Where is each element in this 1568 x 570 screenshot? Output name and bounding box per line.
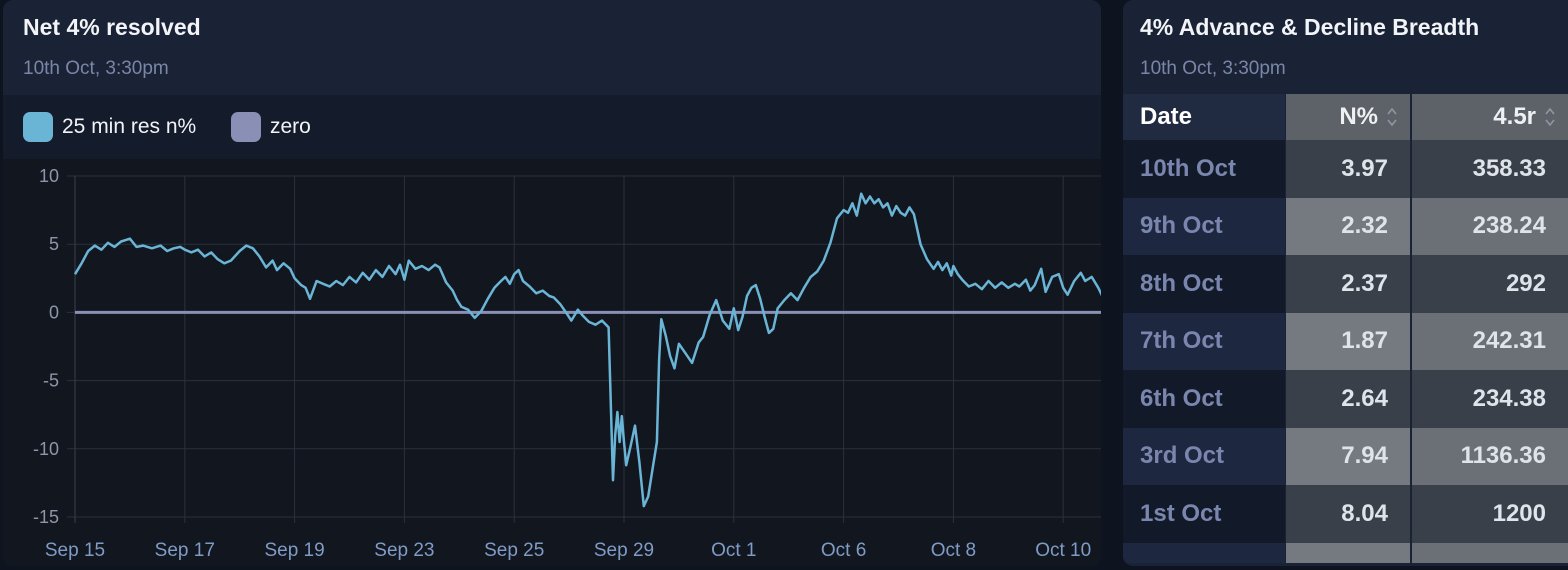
- table-title: 4% Advance & Decline Breadth: [1140, 14, 1480, 40]
- y-tick-label: 10: [39, 166, 59, 186]
- table-cell-empty: [1123, 542, 1285, 563]
- x-tick-label: Oct 8: [931, 540, 976, 561]
- table-cell-empty: [1286, 542, 1410, 563]
- y-tick-label: -15: [33, 507, 59, 527]
- cell-date: 8th Oct: [1123, 255, 1285, 313]
- y-tick-label: 5: [49, 234, 59, 254]
- cell-ratio: 242.31: [1412, 312, 1568, 370]
- x-tick-label: Oct 6: [821, 540, 866, 561]
- cell-n-pct: 1.87: [1286, 312, 1410, 370]
- cell-date: 1st Oct: [1123, 485, 1285, 543]
- cell-ratio: 1136.36: [1412, 427, 1568, 485]
- cell-ratio: 234.38: [1412, 370, 1568, 428]
- x-tick-label: Oct 1: [711, 540, 756, 561]
- table-row[interactable]: 10th Oct 3.97 358.33: [1123, 140, 1568, 198]
- table-row[interactable]: 7th Oct 1.87 242.31: [1123, 312, 1568, 370]
- cell-date: 3rd Oct: [1123, 427, 1285, 485]
- cell-ratio: 1200: [1412, 485, 1568, 543]
- chart-legend: 25 min res n% zero: [3, 95, 1101, 159]
- chart-timestamp: 10th Oct, 3:30pm: [23, 58, 169, 79]
- cell-n-pct: 7.94: [1286, 427, 1410, 485]
- sort-icon[interactable]: [1544, 105, 1556, 129]
- legend-label-series: 25 min res n%: [62, 115, 197, 138]
- y-tick-label: -10: [33, 439, 59, 459]
- cell-n-pct: 2.32: [1286, 197, 1410, 255]
- x-tick-label: Sep 15: [45, 540, 105, 561]
- y-tick-label: -5: [43, 371, 59, 391]
- series-line-25-min-res: [73, 192, 1101, 508]
- column-header-ratio[interactable]: 4.5r: [1412, 94, 1568, 140]
- plot-area[interactable]: 10 5 0 -5 -10 -15 Sep 15 Sep 17 Sep 19 Sep 23 Sep …: [3, 159, 1101, 566]
- table-row[interactable]: 8th Oct 2.37 292: [1123, 255, 1568, 313]
- x-tick-label: Sep 17: [155, 540, 215, 561]
- chart-title: Net 4% resolved: [23, 14, 201, 40]
- column-header-n-pct[interactable]: N%: [1286, 94, 1410, 140]
- table-cell-empty: [1412, 542, 1568, 563]
- table-row[interactable]: 6th Oct 2.64 234.38: [1123, 370, 1568, 428]
- table-timestamp: 10th Oct, 3:30pm: [1140, 58, 1286, 79]
- cell-n-pct: 8.04: [1286, 485, 1410, 543]
- table-header-row: Date N% 4.5r: [1123, 94, 1568, 140]
- cell-ratio: 238.24: [1412, 197, 1568, 255]
- column-header-ratio-label: 4.5r: [1493, 103, 1536, 130]
- legend-item-series[interactable]: 25 min res n%: [23, 112, 196, 142]
- x-tick-label: Sep 29: [594, 540, 654, 561]
- cell-date: 7th Oct: [1123, 312, 1285, 370]
- table-row[interactable]: 1st Oct 8.04 1200: [1123, 485, 1568, 543]
- x-tick-label: Sep 25: [484, 540, 544, 561]
- cell-date: 6th Oct: [1123, 370, 1285, 428]
- column-header-n-pct-label: N%: [1339, 103, 1378, 130]
- cell-n-pct: 2.37: [1286, 255, 1410, 313]
- y-tick-label: 0: [49, 302, 59, 322]
- sort-icon[interactable]: [1386, 105, 1398, 129]
- line-chart: 10 5 0 -5 -10 -15 Sep 15 Sep 17 Sep 19 Sep 23 Sep …: [33, 166, 1101, 561]
- table-row[interactable]: 3rd Oct 7.94 1136.36: [1123, 427, 1568, 485]
- breadth-panel: 4% Advance & Decline Breadth 10th Oct, 3…: [1123, 0, 1568, 566]
- legend-swatch-series: [23, 112, 53, 142]
- cell-date: 9th Oct: [1123, 197, 1285, 255]
- cell-ratio: 292: [1412, 255, 1568, 313]
- cell-n-pct: 3.97: [1286, 140, 1410, 198]
- legend-swatch-zero: [231, 112, 261, 142]
- table-row[interactable]: 9th Oct 2.32 238.24: [1123, 197, 1568, 255]
- x-tick-label: Sep 23: [374, 540, 434, 561]
- x-tick-label: Oct 10: [1035, 540, 1091, 561]
- legend-item-zero[interactable]: zero: [231, 112, 311, 142]
- table-row-partial: [1123, 542, 1568, 563]
- cell-n-pct: 2.64: [1286, 370, 1410, 428]
- x-tick-label: Sep 19: [264, 540, 324, 561]
- cell-ratio: 358.33: [1412, 140, 1568, 198]
- cell-date: 10th Oct: [1123, 140, 1285, 198]
- net-resolved-panel: Net 4% resolved 10th Oct, 3:30pm 25 min …: [3, 0, 1101, 566]
- column-header-date[interactable]: Date: [1123, 94, 1285, 140]
- legend-label-zero: zero: [270, 115, 311, 138]
